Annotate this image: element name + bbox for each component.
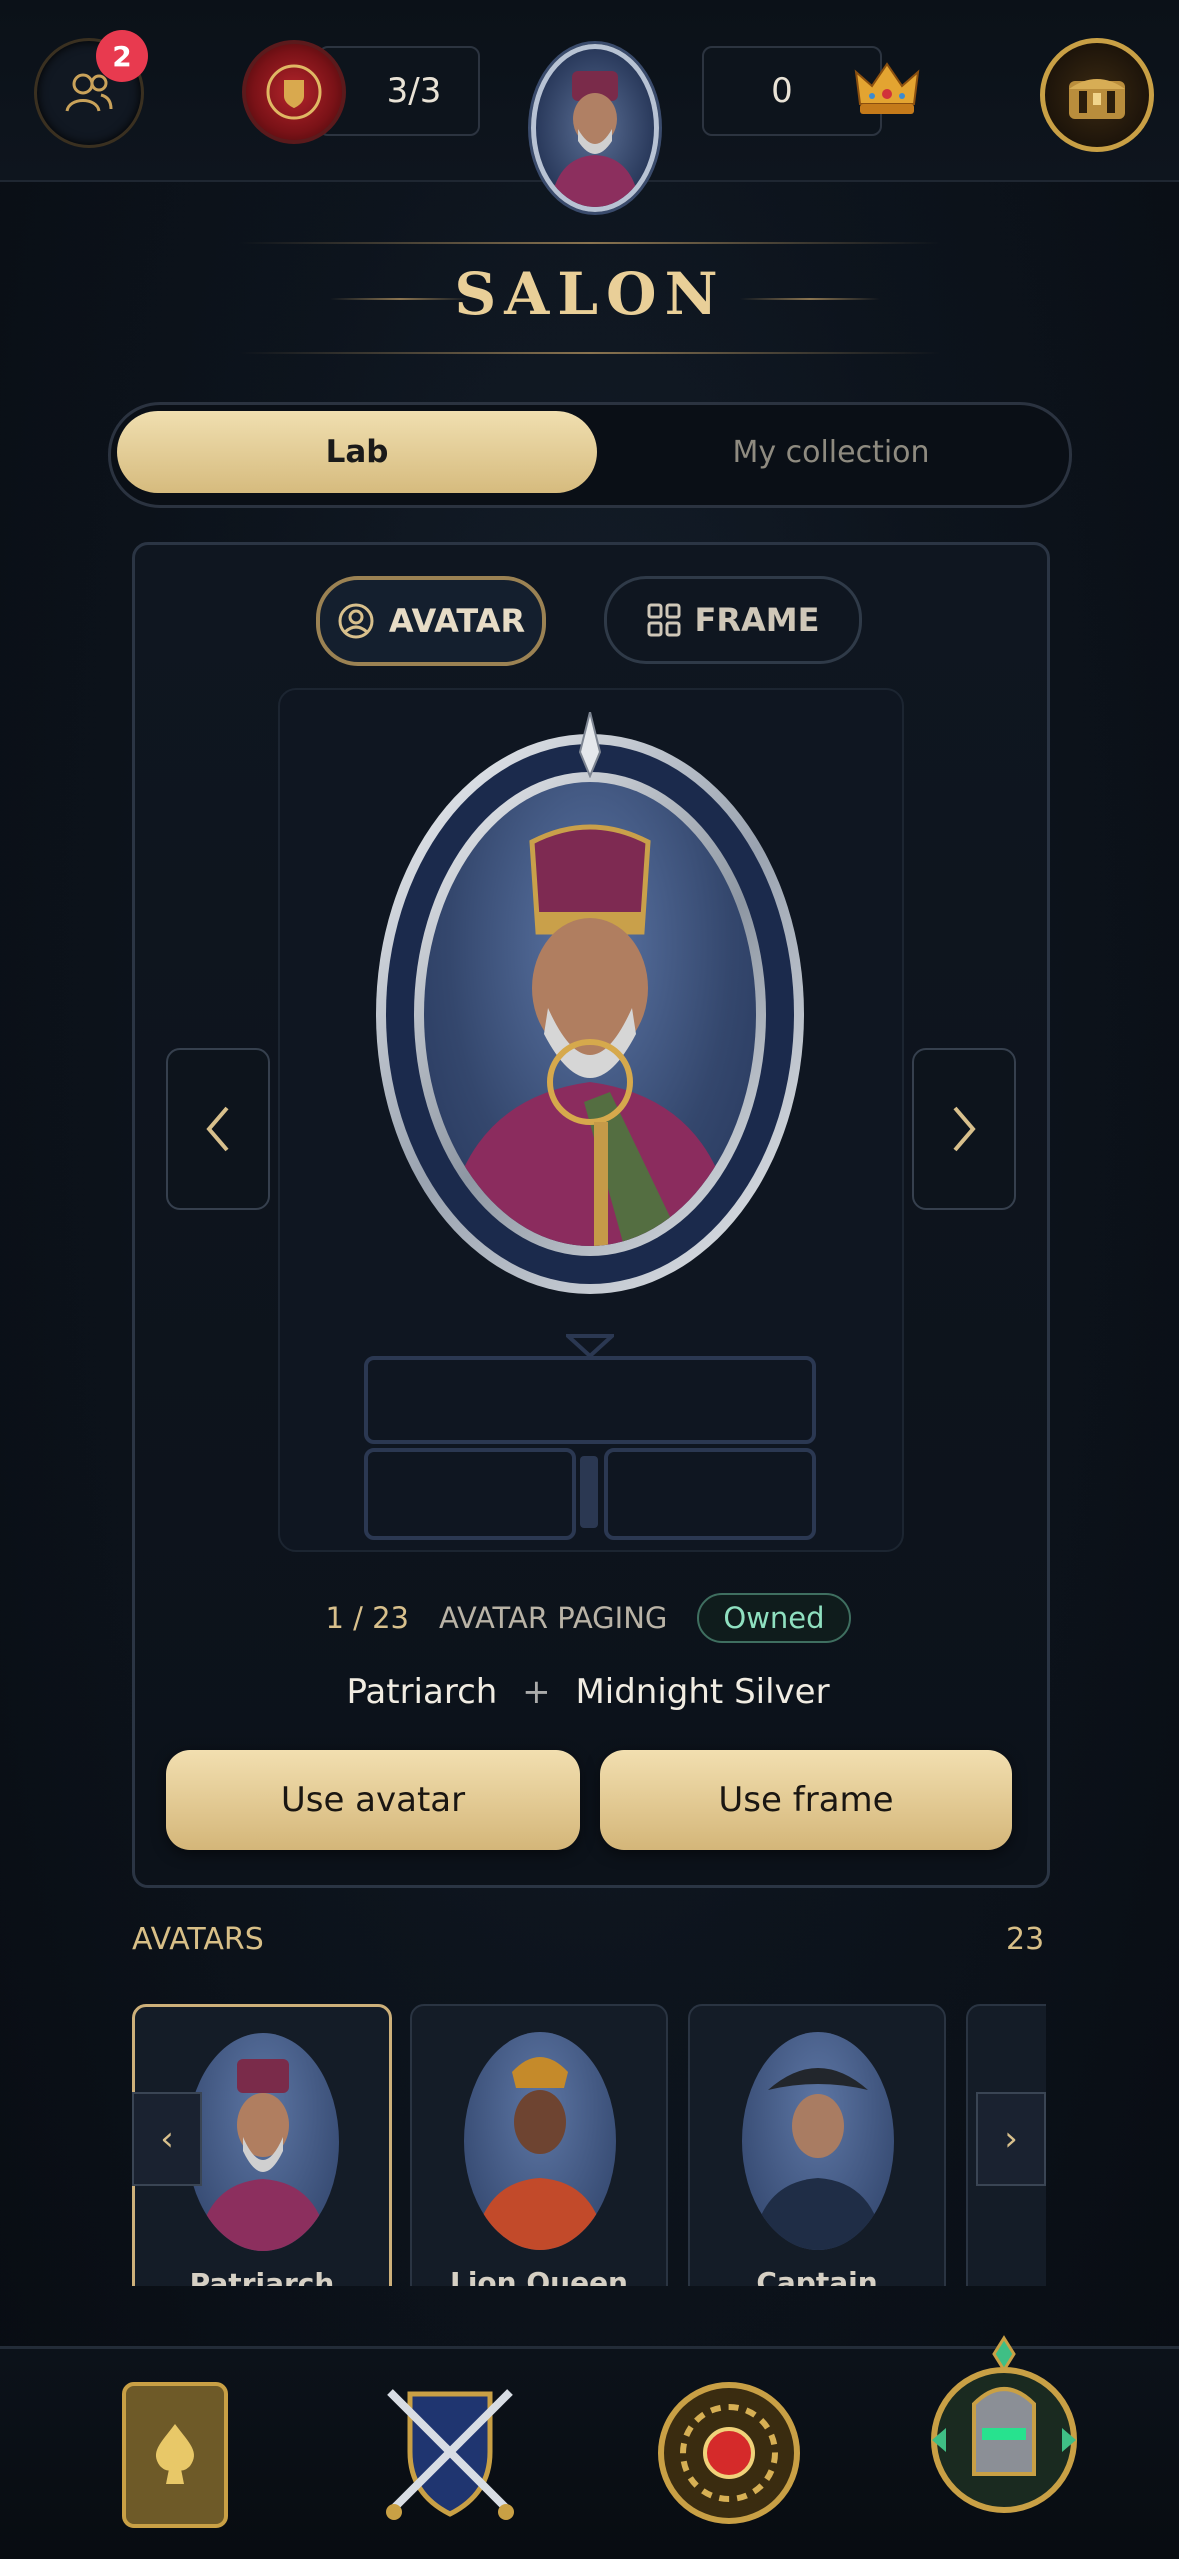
avatar-thumb-name: Captain <box>756 2266 878 2286</box>
avatar-thumb-image <box>742 2032 894 2250</box>
divider <box>240 242 940 244</box>
crowns-value: 0 <box>771 71 793 111</box>
use-avatar-button[interactable]: Use avatar <box>166 1750 580 1850</box>
page-header: SALON <box>180 230 1000 360</box>
segment-frame[interactable]: FRAME <box>604 576 862 664</box>
strip-prev-button[interactable]: ‹ <box>132 2092 202 2186</box>
divider <box>240 352 940 354</box>
chevron-left-icon: ‹ <box>160 2119 174 2159</box>
chest-button[interactable] <box>1040 38 1154 152</box>
avatar-thumb-image <box>187 2033 339 2251</box>
profile-avatar[interactable] <box>531 44 659 212</box>
knight-helmet-icon <box>931 2335 1077 2513</box>
avatar-thumb-lion-queen[interactable]: Lion Queen <box>410 2004 668 2286</box>
page-title: SALON <box>454 260 726 328</box>
chest-icon <box>1069 79 1125 119</box>
nav-cards-button[interactable] <box>120 2380 230 2530</box>
chevron-right-icon <box>953 1106 976 1152</box>
wheel-icon <box>658 2382 800 2524</box>
avatar-thumb-name: Patriarch <box>189 2267 335 2286</box>
paging-row: 1 / 23 AVATAR PAGING Owned <box>132 1593 1044 1643</box>
grid-icon <box>647 603 681 637</box>
combo-frame-name: Midnight Silver <box>575 1672 830 1712</box>
avatars-carousel[interactable]: Patriarch Lion Queen Captain <box>132 2004 1046 2286</box>
triangle-marker-icon <box>566 1334 614 1358</box>
owned-badge: Owned <box>697 1593 851 1643</box>
avatars-count: 23 <box>1006 1922 1045 1957</box>
segment-avatar[interactable]: AVATAR <box>316 576 546 666</box>
chevron-left-icon <box>206 1106 229 1152</box>
medal-icon[interactable] <box>242 40 346 144</box>
pedestal-top <box>364 1356 816 1444</box>
tab-lab[interactable]: Lab <box>117 411 597 493</box>
tickets-value: 3/3 <box>386 71 442 111</box>
nav-battle-button[interactable] <box>380 2382 520 2532</box>
crest-icon <box>266 64 322 120</box>
combo-plus: + <box>522 1672 551 1712</box>
notification-badge: 2 <box>96 30 148 82</box>
frame-finial-icon <box>578 712 602 778</box>
paging-position: 1 / 23 <box>325 1601 409 1635</box>
avatar-portrait <box>424 782 756 1246</box>
main-tabs: Lab My collection <box>108 402 1072 508</box>
segment-avatar-label: AVATAR <box>388 602 526 640</box>
paging-label: AVATAR PAGING <box>439 1601 668 1635</box>
avatar-thumb-captain[interactable]: Captain <box>688 2004 946 2286</box>
combo-line: Patriarch + Midnight Silver <box>132 1672 1044 1712</box>
patriarch-portrait <box>444 824 736 1246</box>
pedestal-right <box>604 1448 816 1540</box>
chevron-right-icon: › <box>1004 2119 1018 2159</box>
strip-next-button[interactable]: › <box>976 2092 1046 2186</box>
crossed-swords-icon <box>386 2389 514 2520</box>
user-circle-icon <box>338 603 374 639</box>
nav-knight-button[interactable] <box>928 2334 1080 2524</box>
tab-my-collection[interactable]: My collection <box>601 411 1061 493</box>
pedestal-left <box>364 1448 576 1540</box>
use-frame-button[interactable]: Use frame <box>600 1750 1012 1850</box>
avatar-thumb-image <box>464 2032 616 2250</box>
combo-avatar-name: Patriarch <box>346 1672 498 1712</box>
spade-card-icon <box>122 2382 228 2528</box>
patriarch-portrait-small <box>550 71 640 207</box>
segment-frame-label: FRAME <box>694 601 820 639</box>
nav-wheel-button[interactable] <box>656 2380 802 2526</box>
crown-icon <box>854 62 920 114</box>
avatars-section-label: AVATARS <box>132 1922 264 1957</box>
next-button[interactable] <box>912 1048 1016 1210</box>
prev-button[interactable] <box>166 1048 270 1210</box>
avatar-thumb-name: Lion Queen <box>449 2266 628 2286</box>
pedestal-pillar <box>580 1456 598 1528</box>
